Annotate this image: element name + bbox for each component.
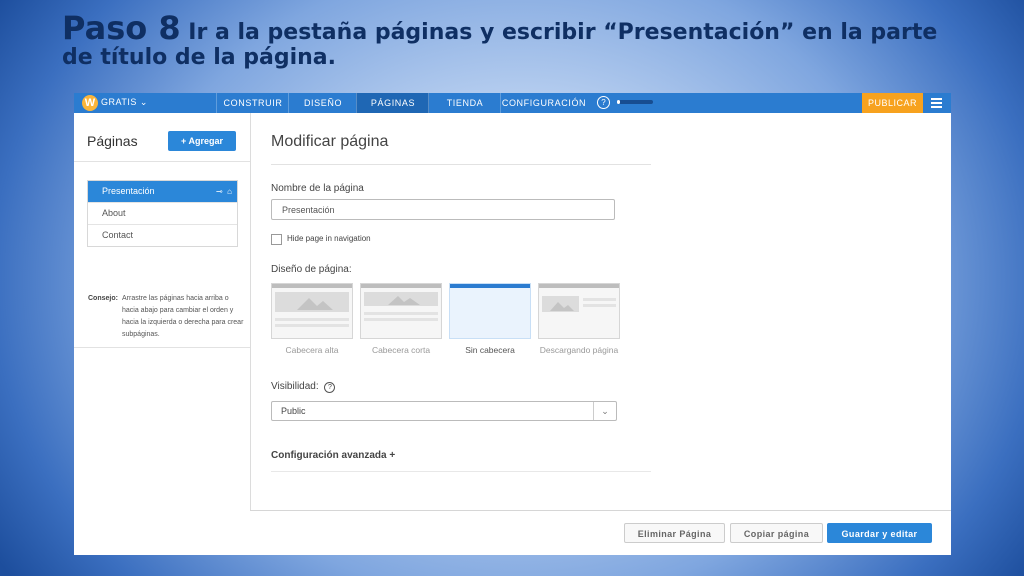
weebly-logo-icon[interactable]: W — [82, 95, 98, 111]
layout-thumbnail — [538, 283, 620, 339]
page-title: Modificar página — [271, 133, 389, 150]
divider — [271, 164, 651, 165]
layout-thumbnail — [449, 283, 531, 339]
divider — [74, 161, 250, 162]
page-item-label: Contact — [102, 230, 134, 240]
divider — [74, 347, 250, 348]
visibility-select[interactable]: Public ⌄ — [271, 401, 617, 421]
slide-title: Paso 8 Ir a la pestaña páginas y escribi… — [62, 9, 962, 70]
help-icon[interactable]: ? — [324, 382, 336, 393]
layout-label: Diseño de página: — [271, 264, 352, 275]
visibility-label: Visibilidad: ? — [271, 381, 336, 393]
copy-page-button[interactable]: Copiar página — [730, 523, 823, 543]
visibility-value: Public — [281, 406, 306, 416]
top-navigation-bar: W GRATIS ⌄ CONSTRUIR DISEÑO PÁGINAS TIEN… — [74, 93, 951, 113]
layout-name: Sin cabecera — [465, 345, 515, 355]
layout-name: Cabecera corta — [371, 345, 431, 355]
layout-thumbnail — [360, 283, 442, 339]
tip-text: Arrastre las páginas hacia arriba o haci… — [122, 295, 244, 338]
advanced-settings-toggle[interactable]: Configuración avanzada + — [271, 450, 395, 461]
tab-construir[interactable]: CONSTRUIR — [216, 93, 289, 113]
link-icon: ⊸ — [216, 187, 223, 196]
layout-name: Cabecera alta — [285, 345, 339, 355]
page-name-input[interactable]: Presentación — [271, 199, 615, 220]
progress-bar — [617, 100, 653, 104]
footer-actions: Eliminar Página Copiar página Guardar y … — [250, 510, 951, 555]
tab-diseno[interactable]: DISEÑO — [288, 93, 357, 113]
tab-paginas[interactable]: PÁGINAS — [356, 93, 429, 113]
add-page-button[interactable]: + Agregar — [168, 131, 236, 151]
page-item-presentacion[interactable]: Presentación ⊸ ⌂ — [88, 181, 237, 202]
tab-tienda[interactable]: TIENDA — [428, 93, 501, 113]
page-list: Presentación ⊸ ⌂ About Contact — [87, 180, 238, 247]
layout-name: Descargando página — [539, 345, 619, 355]
tip-label: Consejo: — [88, 295, 118, 302]
plan-dropdown[interactable]: GRATIS ⌄ — [101, 97, 148, 108]
layout-option-cabecera-corta[interactable]: Cabecera corta — [360, 283, 442, 356]
hamburger-menu-icon[interactable] — [931, 98, 942, 110]
tab-configuracion[interactable]: CONFIGURACIÓN — [500, 93, 587, 113]
layout-option-cabecera-alta[interactable]: Cabecera alta — [271, 283, 353, 356]
image-icon — [275, 292, 349, 312]
layout-thumbnail — [271, 283, 353, 339]
pages-sidebar: Páginas + Agregar Presentación ⊸ ⌂ About… — [74, 113, 251, 555]
app-window: W GRATIS ⌄ CONSTRUIR DISEÑO PÁGINAS TIEN… — [74, 93, 951, 555]
image-icon — [542, 296, 579, 312]
publish-button[interactable]: PUBLICAR — [862, 93, 923, 113]
layout-option-sin-cabecera[interactable]: Sin cabecera — [449, 283, 531, 356]
tip-box: Consejo: Arrastre las páginas hacia arri… — [88, 293, 246, 341]
slide-title-step: Paso 8 — [62, 9, 181, 47]
help-icon[interactable]: ? — [597, 96, 610, 109]
home-icon: ⌂ — [227, 187, 232, 196]
hide-page-checkbox[interactable] — [271, 234, 282, 245]
page-name-label: Nombre de la página — [271, 183, 364, 194]
edit-page-panel: Modificar página Nombre de la página Pre… — [271, 113, 951, 555]
slide-title-text: Ir a la pestaña páginas y escribir “Pres… — [62, 20, 938, 70]
page-item-label: Presentación — [102, 186, 155, 196]
image-icon — [364, 292, 438, 306]
save-and-edit-button[interactable]: Guardar y editar — [827, 523, 932, 543]
page-item-label: About — [102, 208, 126, 218]
chevron-down-icon[interactable]: ⌄ — [593, 402, 616, 420]
delete-page-button[interactable]: Eliminar Página — [624, 523, 725, 543]
progress-fill — [617, 100, 620, 104]
divider — [271, 471, 651, 472]
hide-page-label: Hide page in navigation — [287, 234, 371, 243]
page-item-about[interactable]: About — [88, 202, 237, 224]
page-item-contact[interactable]: Contact — [88, 224, 237, 246]
layout-option-descargando-pagina[interactable]: Descargando página — [538, 283, 620, 356]
sidebar-title: Páginas — [87, 133, 138, 149]
